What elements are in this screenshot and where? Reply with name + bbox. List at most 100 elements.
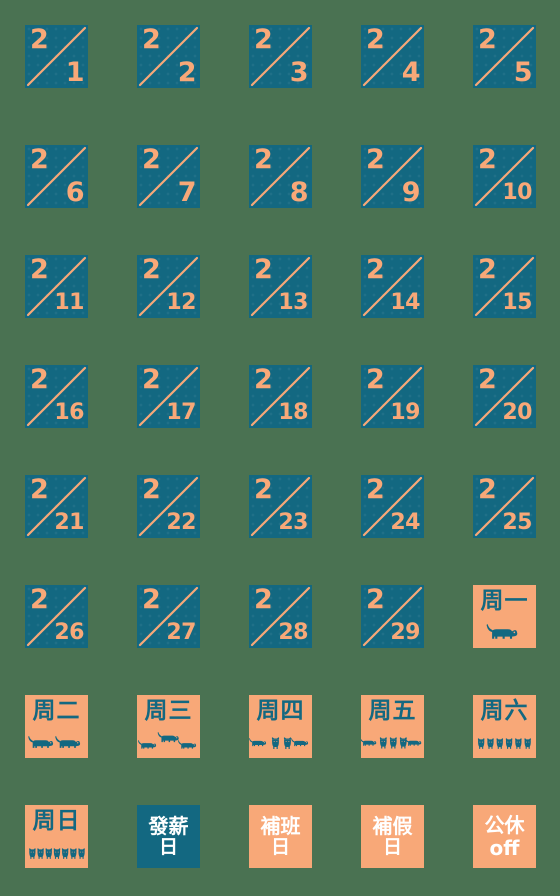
special-tile-compensatory-holiday[interactable]: 補假日 [361, 805, 424, 868]
date-day: 11 [54, 290, 84, 315]
date-month: 2 [142, 585, 161, 615]
date-tile[interactable]: 2 17 [137, 365, 200, 428]
date-tile[interactable]: 2 24 [361, 475, 424, 538]
date-day: 17 [166, 400, 196, 425]
date-tile[interactable]: 24 [361, 25, 424, 88]
date-month: 2 [142, 255, 161, 285]
date-tile[interactable]: 2 10 [473, 145, 536, 208]
weekday-tile-wednesday[interactable]: 周三 [137, 695, 200, 758]
date-tile[interactable]: 23 [249, 25, 312, 88]
date-month: 2 [478, 25, 497, 55]
date-month: 2 [366, 25, 385, 55]
date-tile[interactable]: 21 [25, 25, 88, 88]
special-tile-top-label: 發薪 [148, 813, 189, 838]
date-month: 2 [478, 475, 497, 505]
dog-count-icon [249, 730, 312, 756]
date-day: 19 [390, 400, 420, 425]
date-month: 2 [30, 25, 49, 55]
date-tile[interactable]: 2 27 [137, 585, 200, 648]
weekday-label: 周三 [144, 698, 193, 724]
dog-count-icon [361, 730, 424, 756]
date-day: 27 [166, 620, 196, 645]
date-tile[interactable]: 2 19 [361, 365, 424, 428]
date-day: 14 [390, 290, 420, 315]
date-day: 21 [54, 510, 84, 535]
date-day: 10 [502, 180, 532, 205]
date-tile[interactable]: 2 20 [473, 365, 536, 428]
date-tile[interactable]: 2 14 [361, 255, 424, 318]
date-tile[interactable]: 2 15 [473, 255, 536, 318]
date-month: 2 [30, 585, 49, 615]
dog-count-icon [25, 840, 88, 866]
weekday-label: 周日 [32, 808, 81, 834]
date-tile[interactable]: 2 18 [249, 365, 312, 428]
date-tile[interactable]: 29 [361, 145, 424, 208]
date-month: 2 [30, 475, 49, 505]
dog-count-icon [473, 620, 536, 646]
date-tile[interactable]: 26 [25, 145, 88, 208]
date-month: 2 [30, 365, 49, 395]
date-day: 28 [278, 620, 308, 645]
date-month: 2 [478, 365, 497, 395]
date-month: 2 [366, 145, 385, 175]
date-tile[interactable]: 2 22 [137, 475, 200, 538]
special-tile-payday[interactable]: 發薪日 [137, 805, 200, 868]
special-tile-top-label: 公休 [484, 813, 525, 838]
date-month: 2 [254, 25, 273, 55]
date-month: 2 [254, 365, 273, 395]
date-month: 2 [254, 255, 273, 285]
date-tile[interactable]: 28 [249, 145, 312, 208]
date-tile[interactable]: 25 [473, 25, 536, 88]
date-tile[interactable]: 2 26 [25, 585, 88, 648]
date-day: 25 [502, 510, 532, 535]
dog-count-icon [137, 730, 200, 756]
date-month: 2 [366, 365, 385, 395]
date-tile[interactable]: 2 12 [137, 255, 200, 318]
date-month: 2 [254, 475, 273, 505]
weekday-label: 周二 [32, 698, 81, 724]
weekday-tile-thursday[interactable]: 周四 [249, 695, 312, 758]
date-tile[interactable]: 2 25 [473, 475, 536, 538]
date-tile[interactable]: 2 11 [25, 255, 88, 318]
date-month: 2 [30, 255, 49, 285]
date-day: 3 [289, 57, 309, 88]
date-month: 2 [254, 585, 273, 615]
weekday-label: 周六 [480, 698, 529, 724]
special-tile-closed-day[interactable]: 公休 off [473, 805, 536, 868]
date-day: 5 [513, 57, 533, 88]
date-month: 2 [142, 145, 161, 175]
date-month: 2 [142, 365, 161, 395]
date-tile[interactable]: 2 16 [25, 365, 88, 428]
date-tile[interactable]: 22 [137, 25, 200, 88]
date-month: 2 [478, 145, 497, 175]
weekday-label: 周五 [368, 698, 417, 724]
date-day: 23 [278, 510, 308, 535]
date-day: 18 [278, 400, 308, 425]
special-tile-makeup-work-day[interactable]: 補班日 [249, 805, 312, 868]
weekday-tile-friday[interactable]: 周五 [361, 695, 424, 758]
date-day: 1 [65, 57, 85, 88]
special-tile-bottom-label: 日 [382, 836, 402, 859]
date-month: 2 [366, 475, 385, 505]
date-month: 2 [366, 585, 385, 615]
date-tile[interactable]: 27 [137, 145, 200, 208]
special-tile-top-label: 補班 [260, 813, 301, 838]
date-tile[interactable]: 2 13 [249, 255, 312, 318]
date-tile[interactable]: 2 21 [25, 475, 88, 538]
date-tile[interactable]: 2 23 [249, 475, 312, 538]
date-day: 4 [401, 57, 421, 88]
date-day: 24 [390, 510, 420, 535]
date-tile[interactable]: 2 29 [361, 585, 424, 648]
special-tile-bottom-label: off [489, 835, 520, 860]
weekday-tile-saturday[interactable]: 周六 [473, 695, 536, 758]
date-month: 2 [366, 255, 385, 285]
dog-count-icon [25, 730, 88, 756]
emoji-sticker-sheet: 2 1 2 2 2 3 2 4 2 5 2 6 2 7 2 8 2 9 2 10 2 11 2 12 2 13 2 14 2 15 2 16 2… [0, 0, 560, 896]
dog-count-icon [473, 730, 536, 756]
date-day: 15 [502, 290, 532, 315]
weekday-tile-monday[interactable]: 周一 [473, 585, 536, 648]
date-day: 16 [54, 400, 84, 425]
weekday-tile-tuesday[interactable]: 周二 [25, 695, 88, 758]
date-tile[interactable]: 2 28 [249, 585, 312, 648]
weekday-tile-sunday[interactable]: 周日 [25, 805, 88, 868]
